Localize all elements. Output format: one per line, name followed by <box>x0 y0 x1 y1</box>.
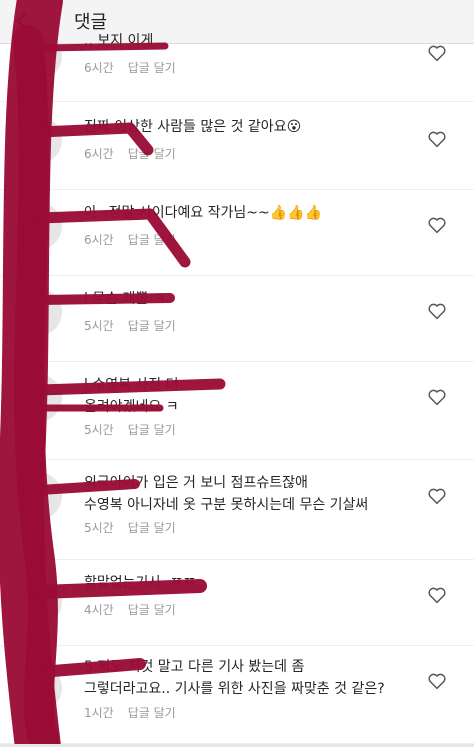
reply-button[interactable]: 답글 달기 <box>128 423 176 437</box>
comment-item: 진짜 이상한 사람들 많은 것 같아요😮 6시간 답글 달기 <box>0 104 474 190</box>
reply-button[interactable]: 답글 달기 <box>128 603 176 617</box>
avatar[interactable] <box>14 472 62 520</box>
comment-time: 4시간 <box>84 603 114 617</box>
comment-item: 할말없는기사..ㅉㅉ 4시간 답글 달기 <box>0 560 474 646</box>
heart-icon[interactable] <box>427 388 447 406</box>
comment-item: 아~정말 사이다예요 작가님~~👍👍👍 6시간 답글 달기 <box>0 190 474 276</box>
comment-meta: 6시간 답글 달기 <box>84 145 176 162</box>
comment-time: 5시간 <box>84 521 114 535</box>
comment-meta: 1시간 답글 달기 <box>84 704 176 721</box>
reply-button[interactable]: 답글 달기 <box>128 521 176 535</box>
avatar[interactable] <box>14 116 62 164</box>
heart-icon[interactable] <box>427 302 447 320</box>
heart-icon[interactable] <box>427 672 447 690</box>
comment-item: l 수영복 사진 더 올려야겠네요 ㅋ 5시간 답글 달기 <box>0 362 474 460</box>
comment-text: 아~정말 사이다예요 작가님~~👍👍👍 <box>84 205 323 221</box>
comment-meta: 4시간 답글 달기 <box>84 601 176 618</box>
comment-text: 진짜 이상한 사람들 많은 것 같아요😮 <box>84 119 302 135</box>
comment-text: 5 저도 저것 말고 다른 기사 봤는데 좀 그렇더라고요.. 기사를 위한 사… <box>84 659 385 697</box>
comment-meta: 6시간 답글 달기 <box>84 59 176 76</box>
back-arrow-icon[interactable] <box>12 9 36 33</box>
heart-icon[interactable] <box>427 130 447 148</box>
comment-meta: 5시간 답글 달기 <box>84 421 176 438</box>
avatar[interactable] <box>14 32 62 80</box>
comment-time: 1시간 <box>84 706 114 720</box>
comment-meta: 5시간 답글 달기 <box>84 519 176 536</box>
reply-button[interactable]: 답글 달기 <box>128 61 176 75</box>
comment-time: 6시간 <box>84 233 114 247</box>
heart-icon[interactable] <box>427 586 447 604</box>
reply-button[interactable]: 답글 달기 <box>128 319 176 333</box>
comment-text: l 수영복 사진 더 올려야겠네요 ㅋ <box>84 377 179 415</box>
heart-icon[interactable] <box>427 487 447 505</box>
reply-button[interactable]: 답글 달기 <box>128 706 176 720</box>
comment-text: .. 보지 이게 .. <box>84 33 167 49</box>
comment-item: .. 보지 이게 .. 6시간 답글 달기 <box>0 32 474 102</box>
avatar[interactable] <box>14 578 62 626</box>
comment-time: 6시간 <box>84 147 114 161</box>
comment-text: 외국아이가 입은 거 보니 점프슈트잖애 수영복 아니자네 옷 구분 못하시는데… <box>84 475 369 513</box>
avatar[interactable] <box>14 374 62 422</box>
avatar[interactable] <box>14 664 62 712</box>
reply-button[interactable]: 답글 달기 <box>128 233 176 247</box>
heart-icon[interactable] <box>427 216 447 234</box>
comment-meta: 5시간 답글 달기 <box>84 317 176 334</box>
comment-item: l 무슨 개뿔 ㅋ 5시간 답글 달기 <box>0 276 474 362</box>
heart-icon[interactable] <box>427 44 447 62</box>
comment-meta: 6시간 답글 달기 <box>84 231 176 248</box>
comment-item: 5 저도 저것 말고 다른 기사 봤는데 좀 그렇더라고요.. 기사를 위한 사… <box>0 646 474 744</box>
comment-item: 외국아이가 입은 거 보니 점프슈트잖애 수영복 아니자네 옷 구분 못하시는데… <box>0 460 474 560</box>
avatar[interactable] <box>14 202 62 250</box>
comment-time: 5시간 <box>84 423 114 437</box>
reply-button[interactable]: 답글 달기 <box>128 147 176 161</box>
comment-text: 할말없는기사..ㅉㅉ <box>84 575 196 591</box>
comment-time: 6시간 <box>84 61 114 75</box>
comment-text: l 무슨 개뿔 ㅋ <box>84 291 166 307</box>
avatar[interactable] <box>14 288 62 336</box>
comment-time: 5시간 <box>84 319 114 333</box>
